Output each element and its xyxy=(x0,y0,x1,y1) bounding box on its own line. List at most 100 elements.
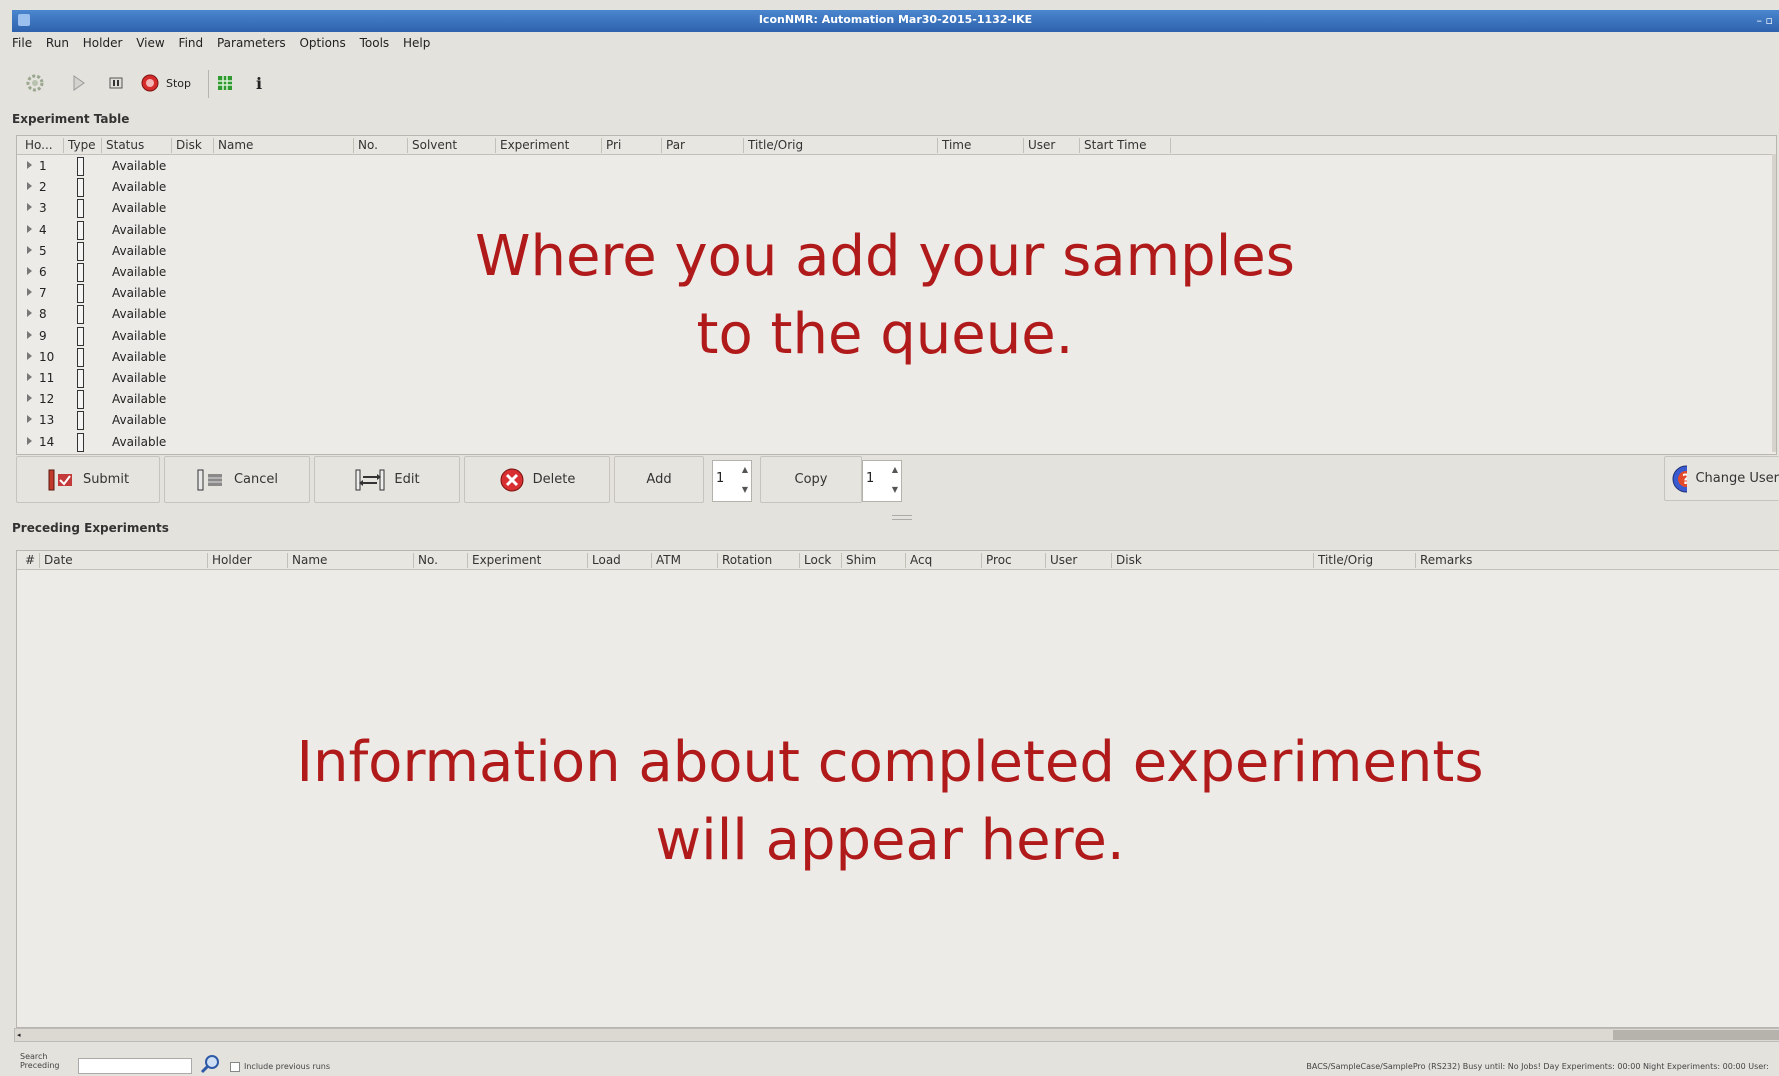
col-title-orig[interactable]: Title/Orig xyxy=(743,138,803,153)
holder-grid-button[interactable] xyxy=(216,72,234,94)
col-holder[interactable]: Holder xyxy=(207,553,252,568)
menu-tools[interactable]: Tools xyxy=(360,36,390,50)
col-name[interactable]: Name xyxy=(213,138,253,153)
col-no[interactable]: No. xyxy=(413,553,438,568)
change-user-button[interactable]: ? Change User xyxy=(1664,456,1779,501)
splitter-handle[interactable] xyxy=(892,515,912,520)
table-row[interactable]: 6 Available xyxy=(17,262,217,283)
col-status[interactable]: Status xyxy=(101,138,144,153)
submit-button[interactable]: Submit xyxy=(16,456,160,503)
search-preceding-input[interactable] xyxy=(78,1058,192,1074)
col-experiment[interactable]: Experiment xyxy=(467,553,541,568)
table-row[interactable]: 13 Available xyxy=(17,410,217,431)
col-disk[interactable]: Disk xyxy=(171,138,202,153)
spinner-up-icon[interactable]: ▲ xyxy=(892,465,898,474)
col-par[interactable]: Par xyxy=(661,138,685,153)
expand-icon[interactable] xyxy=(27,351,32,360)
holder-status: Available xyxy=(112,243,167,258)
col-proc[interactable]: Proc xyxy=(981,553,1012,568)
menu-holder[interactable]: Holder xyxy=(83,36,123,50)
expand-icon[interactable] xyxy=(27,415,32,424)
spinner-up-icon[interactable]: ▲ xyxy=(742,465,748,474)
sample-tube-icon xyxy=(77,284,84,304)
info-button[interactable]: i xyxy=(256,72,262,94)
col-title-orig[interactable]: Title/Orig xyxy=(1313,553,1373,568)
col-shim[interactable]: Shim xyxy=(841,553,876,568)
col-no[interactable]: No. xyxy=(353,138,378,153)
col-rotation[interactable]: Rotation xyxy=(717,553,772,568)
table-row[interactable]: 3 Available xyxy=(17,198,217,219)
expand-icon[interactable] xyxy=(27,373,32,381)
copy-count-spinner[interactable]: 1 ▲ ▼ xyxy=(862,460,902,502)
expand-icon[interactable] xyxy=(27,436,32,445)
col-acq[interactable]: Acq xyxy=(905,553,932,568)
table-row[interactable]: 7 Available xyxy=(17,283,217,304)
expand-icon[interactable] xyxy=(27,288,32,297)
spin-button[interactable] xyxy=(24,72,46,94)
col-type[interactable]: Type xyxy=(63,138,96,153)
horizontal-scrollbar[interactable]: ◂ xyxy=(14,1028,1779,1042)
spinner-down-icon[interactable]: ▼ xyxy=(742,485,748,494)
menu-run[interactable]: Run xyxy=(46,36,69,50)
table-row[interactable]: 8 Available xyxy=(17,304,217,325)
table-row[interactable]: 2 Available xyxy=(17,177,217,198)
col-time[interactable]: Time xyxy=(937,138,971,153)
col-disk[interactable]: Disk xyxy=(1111,553,1142,568)
col-lock[interactable]: Lock xyxy=(799,553,831,568)
menu-parameters[interactable]: Parameters xyxy=(217,36,286,50)
menu-help[interactable]: Help xyxy=(403,36,430,50)
col-experiment[interactable]: Experiment xyxy=(495,138,569,153)
col-solvent[interactable]: Solvent xyxy=(407,138,457,153)
col-atm[interactable]: ATM xyxy=(651,553,681,568)
expand-icon[interactable] xyxy=(27,394,32,403)
play-button[interactable] xyxy=(72,72,86,94)
col-index[interactable]: # xyxy=(21,553,35,568)
expand-icon[interactable] xyxy=(27,224,32,233)
col-user[interactable]: User xyxy=(1045,553,1077,568)
delete-button[interactable]: Delete xyxy=(464,456,610,503)
col-load[interactable]: Load xyxy=(587,553,621,568)
col-holder[interactable]: Ho... xyxy=(21,138,53,153)
table-row[interactable]: 14 Available xyxy=(17,432,217,453)
table-row[interactable]: 4 Available xyxy=(17,220,217,241)
copy-button[interactable]: Copy xyxy=(760,456,862,503)
menu-file[interactable]: File xyxy=(12,36,32,50)
include-previous-checkbox[interactable] xyxy=(230,1062,240,1072)
scroll-left-icon[interactable]: ◂ xyxy=(17,1031,21,1039)
expand-icon[interactable] xyxy=(27,309,32,318)
window-controls[interactable]: – ▫ xyxy=(1757,14,1773,27)
col-name[interactable]: Name xyxy=(287,553,327,568)
holder-status: Available xyxy=(112,201,167,216)
col-remarks[interactable]: Remarks xyxy=(1415,553,1472,568)
table-row[interactable]: 11 Available xyxy=(17,368,217,389)
spinner-down-icon[interactable]: ▼ xyxy=(892,485,898,494)
table-row[interactable]: 10 Available xyxy=(17,347,217,368)
table-row[interactable]: 5 Available xyxy=(17,241,217,262)
edit-button[interactable]: Edit xyxy=(314,456,460,503)
table-row[interactable]: 12 Available xyxy=(17,389,217,410)
expand-icon[interactable] xyxy=(27,330,32,339)
expand-icon[interactable] xyxy=(27,245,32,254)
col-user[interactable]: User xyxy=(1023,138,1055,153)
search-icon[interactable] xyxy=(200,1054,220,1074)
col-date[interactable]: Date xyxy=(39,553,73,568)
expand-icon[interactable] xyxy=(27,267,32,275)
expand-icon[interactable] xyxy=(27,182,32,191)
pause-button[interactable] xyxy=(108,72,124,94)
add-button[interactable]: Add xyxy=(614,456,704,503)
cancel-button[interactable]: Cancel xyxy=(164,456,310,503)
add-count-spinner[interactable]: 1 ▲ ▼ xyxy=(712,460,752,502)
col-start-time[interactable]: Start Time xyxy=(1079,138,1171,153)
stop-button[interactable]: Stop xyxy=(140,72,191,94)
table-row[interactable]: 9 Available xyxy=(17,326,217,347)
expand-icon[interactable] xyxy=(27,161,32,169)
scrollbar-thumb[interactable] xyxy=(1613,1030,1779,1040)
vertical-scrollbar[interactable] xyxy=(1772,154,1776,452)
menu-options[interactable]: Options xyxy=(299,36,345,50)
table-row[interactable]: 1 Available xyxy=(17,156,217,177)
expand-icon[interactable] xyxy=(27,203,32,212)
col-pri[interactable]: Pri xyxy=(601,138,621,153)
holder-status: Available xyxy=(112,434,167,449)
menu-view[interactable]: View xyxy=(136,36,164,50)
menu-find[interactable]: Find xyxy=(179,36,204,50)
